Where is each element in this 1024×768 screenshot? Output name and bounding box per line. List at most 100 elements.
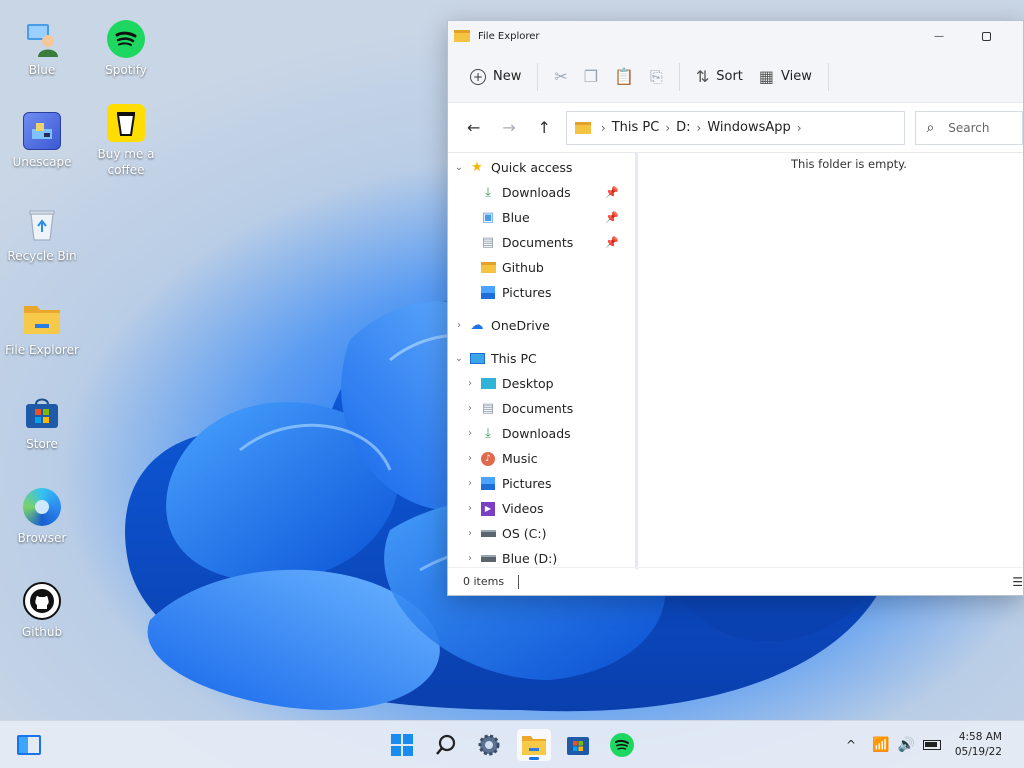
chevron-right-icon: › (468, 428, 472, 439)
file-explorer-taskbar-button[interactable] (517, 729, 551, 761)
nav-item-downloads[interactable]: ⤓ Downloads 📌 (448, 180, 635, 205)
chevron-up-icon[interactable]: ^ (846, 738, 856, 752)
view-label: View (781, 69, 812, 84)
chevron-right-icon: › (468, 478, 472, 489)
nav-onedrive[interactable]: › ☁ OneDrive (448, 313, 635, 338)
folder-icon (454, 30, 470, 42)
desktop-icon-label: Blue (28, 63, 56, 77)
drive-icon (480, 551, 496, 567)
nav-label: Blue (D:) (502, 551, 558, 566)
nav-label: Music (502, 451, 538, 466)
breadcrumb-this-pc[interactable]: This PC (612, 120, 660, 135)
system-tray: ^ 📶 🔊 (846, 721, 941, 768)
nav-label: Pictures (502, 285, 552, 300)
taskbar: ^ 📶 🔊 4:58 AM 05/19/22 (0, 720, 1024, 768)
store-taskbar-button[interactable] (561, 729, 595, 761)
address-bar[interactable]: › This PC › D: › WindowsApp › (565, 110, 906, 145)
nav-item-desktop[interactable]: › Desktop (448, 371, 635, 396)
spotify-icon (610, 733, 634, 757)
nav-item-documents-pc[interactable]: › ▤ Documents (448, 396, 635, 421)
desktop-icon-label: Browser (17, 531, 67, 545)
maximize-button[interactable] (977, 27, 995, 45)
back-button[interactable]: ← (460, 114, 487, 142)
sort-button[interactable]: ⇅ Sort (688, 61, 751, 92)
desktop-icon-unescape[interactable]: Unescape (0, 112, 84, 170)
desktop-icon-blue[interactable]: Blue (0, 20, 84, 78)
desktop-icon-recycle-bin[interactable]: Recycle Bin (0, 206, 84, 264)
spotify-taskbar-button[interactable] (605, 729, 639, 761)
forward-button[interactable]: → (495, 114, 522, 142)
desktop-icon-github[interactable]: Github (0, 582, 84, 640)
desktop-icon-spotify[interactable]: Spotify (84, 20, 168, 78)
nav-label: Blue (502, 210, 530, 225)
desktop-icon-file-explorer[interactable]: File Explorer (0, 300, 84, 358)
title-bar[interactable]: File Explorer — (448, 21, 1023, 51)
nav-item-pictures-pc[interactable]: › Pictures (448, 471, 635, 496)
nav-item-videos[interactable]: › ▶ Videos (448, 496, 635, 521)
paste-button[interactable]: 📋 (606, 61, 642, 92)
file-list-area[interactable]: This folder is empty. (638, 153, 1023, 569)
cut-button[interactable]: ✂ (546, 61, 575, 92)
new-button[interactable]: + New (462, 63, 529, 91)
desktop-icon-label: Spotify (105, 63, 147, 77)
nav-item-pictures[interactable]: Pictures (448, 280, 635, 305)
arrow-left-icon: ← (466, 118, 481, 137)
search-icon (436, 734, 456, 755)
start-button[interactable] (385, 729, 419, 761)
pictures-icon (480, 285, 496, 301)
download-arrow-icon: ⤓ (485, 185, 491, 200)
view-button[interactable]: ▦ View (751, 61, 820, 92)
chevron-right-icon: › (665, 120, 671, 135)
chevron-right-icon: › (468, 403, 472, 414)
desktop-icon-store[interactable]: Store (0, 394, 84, 452)
nav-label: Github (502, 260, 544, 275)
breadcrumb-drive[interactable]: D: (676, 120, 690, 135)
nav-label: OS (C:) (502, 526, 547, 541)
navigation-pane: ⌄ ★ Quick access ⤓ Downloads 📌 ▣ Blue 📌 … (448, 153, 638, 569)
toolbar-separator (827, 62, 829, 91)
battery-icon[interactable] (922, 740, 941, 750)
edge-browser-icon (23, 488, 61, 526)
search-box[interactable]: ⌕ Search (915, 110, 1023, 145)
nav-item-blue-d[interactable]: › Blue (D:) (448, 546, 635, 569)
desktop-icon-label: Store (26, 437, 58, 451)
nav-label: Pictures (502, 476, 552, 491)
chevron-right-icon: › (796, 120, 802, 135)
user-monitor-icon: ▣ (481, 210, 495, 225)
desktop-icon-buy-me-a-coffee[interactable]: Buy me a coffee (84, 104, 168, 178)
music-icon: ♪ (480, 451, 496, 467)
nav-item-blue[interactable]: ▣ Blue 📌 (448, 205, 635, 230)
nav-this-pc[interactable]: ⌄ This PC (448, 346, 635, 371)
clock[interactable]: 4:58 AM 05/19/22 (955, 730, 1002, 760)
nav-item-music[interactable]: › ♪ Music (448, 446, 635, 471)
wifi-icon[interactable]: 📶 (872, 737, 889, 753)
nav-quick-access[interactable]: ⌄ ★ Quick access (448, 155, 635, 180)
details-view-icon[interactable]: ☰ (1012, 575, 1023, 589)
pin-icon: 📌 (605, 186, 619, 199)
desktop-icon-browser[interactable]: Browser (0, 488, 84, 546)
search-button[interactable] (429, 729, 463, 761)
rename-button[interactable]: ⎘ (642, 61, 671, 93)
settings-button[interactable] (472, 729, 506, 761)
breadcrumb-windowsapp[interactable]: WindowsApp (707, 120, 790, 135)
user-monitor-icon (23, 20, 61, 58)
pictures-icon (480, 476, 496, 492)
folder-icon (23, 300, 61, 338)
nav-item-os-c[interactable]: › OS (C:) (448, 521, 635, 546)
cloud-icon: ☁ (470, 318, 484, 333)
chevron-right-icon: › (468, 528, 472, 539)
nav-item-github[interactable]: Github (448, 255, 635, 280)
nav-label: OneDrive (491, 318, 550, 333)
volume-icon[interactable]: 🔊 (898, 737, 915, 753)
nav-item-downloads-pc[interactable]: › ⤓ Downloads (448, 421, 635, 446)
store-bag-icon (23, 394, 61, 432)
widgets-button[interactable] (12, 729, 46, 761)
minimize-button[interactable]: — (930, 27, 948, 45)
item-count: 0 items (463, 575, 505, 588)
folder-icon (480, 260, 496, 276)
toolbar-separator (678, 62, 680, 91)
nav-item-documents[interactable]: ▤ Documents 📌 (448, 230, 635, 255)
up-button[interactable]: ↑ (531, 114, 558, 142)
nav-label: Documents (502, 401, 574, 416)
copy-button[interactable]: ❐ (576, 61, 606, 92)
